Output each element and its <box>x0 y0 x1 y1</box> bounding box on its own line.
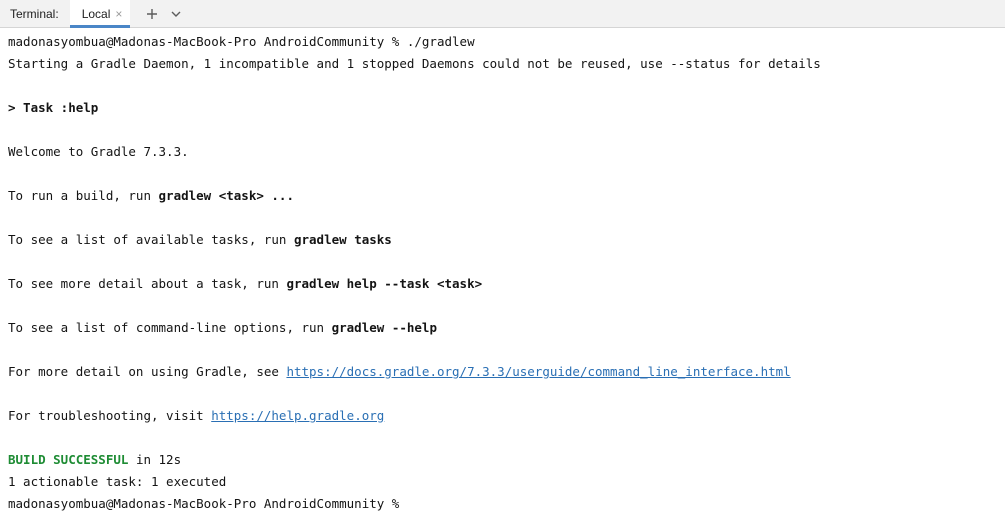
tab-local[interactable]: Local × <box>69 0 131 28</box>
options-hint: To see a list of command-line options, r… <box>8 317 1005 339</box>
task-header: > Task :help <box>8 100 99 115</box>
daemon-message: Starting a Gradle Daemon, 1 incompatible… <box>8 56 821 71</box>
run-build-hint: To run a build, run gradlew <task> ... <box>8 185 1005 207</box>
help-task-text: To see more detail about a task, run <box>8 276 287 291</box>
chevron-down-icon[interactable] <box>164 0 188 27</box>
tasks-command: gradlew tasks <box>293 232 392 247</box>
actionable-summary: 1 actionable task: 1 executed <box>8 474 227 489</box>
help-task-hint: To see more detail about a task, run gra… <box>8 273 1005 295</box>
build-result: BUILD SUCCESSFUL in 12s <box>8 449 1005 471</box>
command-line: madonasyombua@Madonas-MacBook-Pro Androi… <box>8 34 475 49</box>
docs-text: For more detail on using Gradle, see <box>8 364 287 379</box>
final-prompt: madonasyombua@Madonas-MacBook-Pro Androi… <box>8 496 400 511</box>
build-time: in 12s <box>128 452 182 467</box>
help-task-command: gradlew help --task <task> <box>286 276 483 291</box>
terminal-title: Terminal: <box>10 6 59 21</box>
options-text: To see a list of command-line options, r… <box>8 320 332 335</box>
terminal-output[interactable]: madonasyombua@Madonas-MacBook-Pro Androi… <box>0 28 1005 527</box>
run-build-text: To run a build, run <box>8 188 159 203</box>
tasks-text: To see a list of available tasks, run <box>8 232 294 247</box>
troubleshooting-link[interactable]: https://help.gradle.org <box>211 408 384 423</box>
plus-icon[interactable] <box>140 0 164 27</box>
tab-local-label: Local <box>81 6 111 21</box>
tasks-hint: To see a list of available tasks, run gr… <box>8 229 1005 251</box>
troubleshooting-text: For troubleshooting, visit <box>8 408 212 423</box>
terminal-window: Terminal: Local × madonasyombua@Madonas-… <box>0 0 1005 527</box>
close-icon[interactable]: × <box>115 8 122 20</box>
welcome-message: Welcome to Gradle 7.3.3. <box>8 144 189 159</box>
docs-link[interactable]: https://docs.gradle.org/7.3.3/userguide/… <box>286 364 790 379</box>
troubleshooting-hint: For troubleshooting, visit https://help.… <box>8 405 1005 427</box>
run-build-command: gradlew <task> ... <box>158 188 294 203</box>
terminal-toolbar: Terminal: Local × <box>0 0 1005 28</box>
build-status: BUILD SUCCESSFUL <box>8 452 129 467</box>
docs-hint: For more detail on using Gradle, see htt… <box>8 361 1005 383</box>
options-command: gradlew --help <box>331 320 437 335</box>
